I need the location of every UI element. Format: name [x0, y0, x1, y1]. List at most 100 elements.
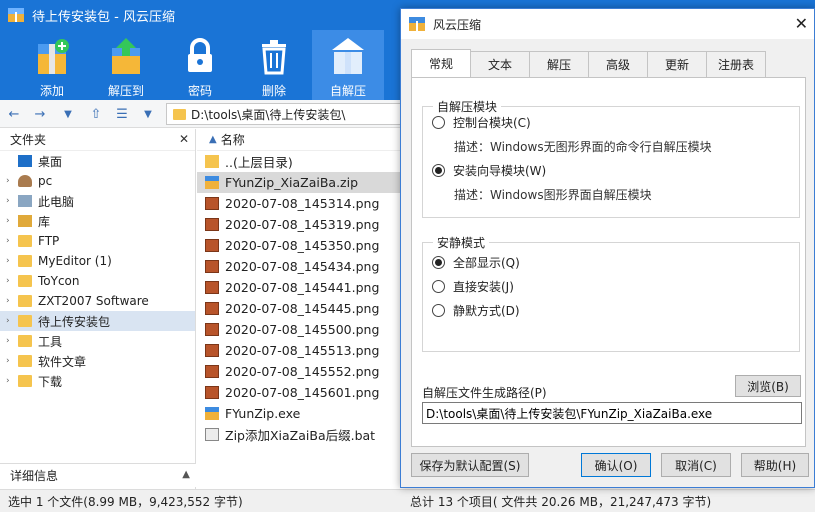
- file-row[interactable]: 2020-07-08_145513.png: [197, 340, 400, 361]
- chevron-right-icon[interactable]: ›: [6, 216, 18, 226]
- file-row[interactable]: 2020-07-08_145552.png: [197, 361, 400, 382]
- view-dropdown-icon[interactable]: ▼: [138, 104, 158, 124]
- chevron-right-icon[interactable]: ›: [6, 236, 18, 246]
- sidebar-item-label: ToYcon: [38, 274, 80, 288]
- forward-icon[interactable]: →: [30, 104, 50, 124]
- browse-button[interactable]: 浏览(B): [735, 375, 801, 397]
- file-name: FYunZip.exe: [225, 406, 301, 421]
- path-bar[interactable]: D:\tools\桌面\待上传安装包\: [166, 103, 406, 125]
- file-row[interactable]: 2020-07-08_145434.png: [197, 256, 400, 277]
- chevron-right-icon[interactable]: ›: [6, 196, 18, 206]
- tab-update[interactable]: 更新: [647, 51, 707, 77]
- file-row[interactable]: 2020-07-08_145601.png: [197, 382, 400, 403]
- file-row[interactable]: 2020-07-08_145350.png: [197, 235, 400, 256]
- sidebar-item[interactable]: › pc: [0, 171, 195, 191]
- close-icon[interactable]: ✕: [179, 132, 189, 146]
- sidebar-item[interactable]: › 此电脑: [0, 191, 195, 211]
- file-row[interactable]: FYunZip_XiaZaiBa.zip: [197, 172, 400, 193]
- sidebar-item[interactable]: › 下载: [0, 371, 195, 391]
- folder-file-icon: [205, 155, 219, 168]
- add-label: 添加: [39, 84, 64, 98]
- png-file-icon: [205, 323, 219, 336]
- view-list-icon[interactable]: ☰: [112, 104, 132, 124]
- file-list: ▲ 名称 ..(上层目录) FYunZip_XiaZaiBa.zip 2020-07…: [197, 129, 400, 489]
- tab-extract[interactable]: 解压: [529, 51, 589, 77]
- cancel-button[interactable]: 取消(C): [661, 453, 731, 477]
- app-logo-icon: [8, 8, 24, 22]
- column-header-name[interactable]: ▲ 名称: [197, 129, 400, 151]
- folder-panel: 文件夹 ✕ 桌面 › pc › 此电脑 › 库 › FTP › MyEditor (1) › ToYco…: [0, 129, 196, 489]
- zip-file-icon: [205, 176, 219, 189]
- chevron-right-icon[interactable]: ›: [6, 256, 18, 266]
- file-name: 2020-07-08_145314.png: [225, 196, 380, 211]
- ok-button[interactable]: 确认(O): [581, 453, 651, 477]
- user-icon: [18, 175, 32, 187]
- chevron-right-icon[interactable]: ›: [6, 356, 18, 366]
- chevron-right-icon[interactable]: ›: [6, 176, 18, 186]
- console-module-radio[interactable]: 控制台模块(C): [432, 114, 531, 131]
- tab-text[interactable]: 文本: [470, 51, 530, 77]
- help-button[interactable]: 帮助(H): [741, 453, 809, 477]
- sidebar-item[interactable]: 桌面: [0, 151, 195, 171]
- file-row[interactable]: ..(上层目录): [197, 151, 400, 172]
- file-row[interactable]: Zip添加XiaZaiBa后缀.bat: [197, 424, 400, 445]
- sidebar-item[interactable]: › FTP: [0, 231, 195, 251]
- sidebar-item[interactable]: › 工具: [0, 331, 195, 351]
- self-extract-button[interactable]: 自解压: [312, 30, 384, 100]
- history-dropdown-icon[interactable]: ▼: [58, 104, 78, 124]
- file-row[interactable]: FYunZip.exe: [197, 403, 400, 424]
- sidebar-item-label: 库: [38, 214, 51, 229]
- file-name: 2020-07-08_145500.png: [225, 322, 380, 337]
- output-path-label: 自解压文件生成路径(P): [422, 386, 547, 400]
- sidebar-item-label: 工具: [38, 334, 63, 349]
- extract-to-button[interactable]: 解压到: [90, 30, 162, 100]
- chevron-right-icon[interactable]: ›: [6, 276, 18, 286]
- sidebar-item[interactable]: › 待上传安装包: [0, 311, 195, 331]
- password-label: 密码: [187, 84, 212, 98]
- tab-registry[interactable]: 注册表: [706, 51, 766, 77]
- wizard-module-radio[interactable]: 安装向导模块(W): [432, 162, 546, 179]
- dialog-tabs: 常规 文本 解压 高级 更新 注册表: [411, 49, 766, 77]
- file-name: 2020-07-08_145350.png: [225, 238, 380, 253]
- file-row[interactable]: 2020-07-08_145314.png: [197, 193, 400, 214]
- png-file-icon: [205, 344, 219, 357]
- dialog-title-bar: 风云压缩 ✕: [401, 9, 814, 39]
- chevron-right-icon[interactable]: ›: [6, 376, 18, 386]
- file-row[interactable]: 2020-07-08_145500.png: [197, 319, 400, 340]
- chevron-right-icon[interactable]: ›: [6, 296, 18, 306]
- tab-general-panel: 自解压模块 控制台模块(C) 描述：Windows无图形界面的命令行自解压模块 …: [411, 77, 806, 447]
- sidebar-item-label: MyEditor (1): [38, 254, 112, 268]
- console-module-desc: 描述：Windows无图形界面的命令行自解压模块: [454, 140, 712, 154]
- sidebar-item[interactable]: › MyEditor (1): [0, 251, 195, 271]
- tab-advanced[interactable]: 高级: [588, 51, 648, 77]
- folder-icon: [18, 355, 32, 367]
- close-icon[interactable]: ✕: [795, 14, 808, 33]
- direct-install-radio[interactable]: 直接安装(J): [432, 278, 514, 295]
- save-default-button[interactable]: 保存为默认配置(S): [411, 453, 529, 477]
- password-button[interactable]: 密码: [164, 30, 236, 100]
- sidebar-item[interactable]: › ToYcon: [0, 271, 195, 291]
- sidebar-item[interactable]: › ZXT2007 Software: [0, 291, 195, 311]
- tab-general[interactable]: 常规: [411, 49, 471, 77]
- file-name: 2020-07-08_145434.png: [225, 259, 380, 274]
- chevron-right-icon[interactable]: ›: [6, 336, 18, 346]
- sidebar-item[interactable]: › 库: [0, 211, 195, 231]
- detail-info-bar[interactable]: 详细信息 ▲: [0, 463, 196, 487]
- up-folder-icon[interactable]: ⇧: [86, 104, 106, 124]
- png-file-icon: [205, 386, 219, 399]
- output-path-input[interactable]: [422, 402, 802, 424]
- folder-icon: [18, 335, 32, 347]
- chevron-up-icon[interactable]: ▲: [182, 469, 190, 480]
- show-all-radio[interactable]: 全部显示(Q): [432, 254, 520, 271]
- delete-button[interactable]: 删除: [238, 30, 310, 100]
- silent-radio[interactable]: 静默方式(D): [432, 302, 520, 319]
- sidebar-item[interactable]: › 软件文章: [0, 351, 195, 371]
- file-row[interactable]: 2020-07-08_145445.png: [197, 298, 400, 319]
- radio-unchecked-icon: [432, 116, 445, 129]
- back-icon[interactable]: ←: [4, 104, 24, 124]
- bat-file-icon: [205, 428, 219, 441]
- chevron-right-icon[interactable]: ›: [6, 316, 18, 326]
- add-button[interactable]: 添加: [16, 30, 88, 100]
- file-row[interactable]: 2020-07-08_145319.png: [197, 214, 400, 235]
- file-row[interactable]: 2020-07-08_145441.png: [197, 277, 400, 298]
